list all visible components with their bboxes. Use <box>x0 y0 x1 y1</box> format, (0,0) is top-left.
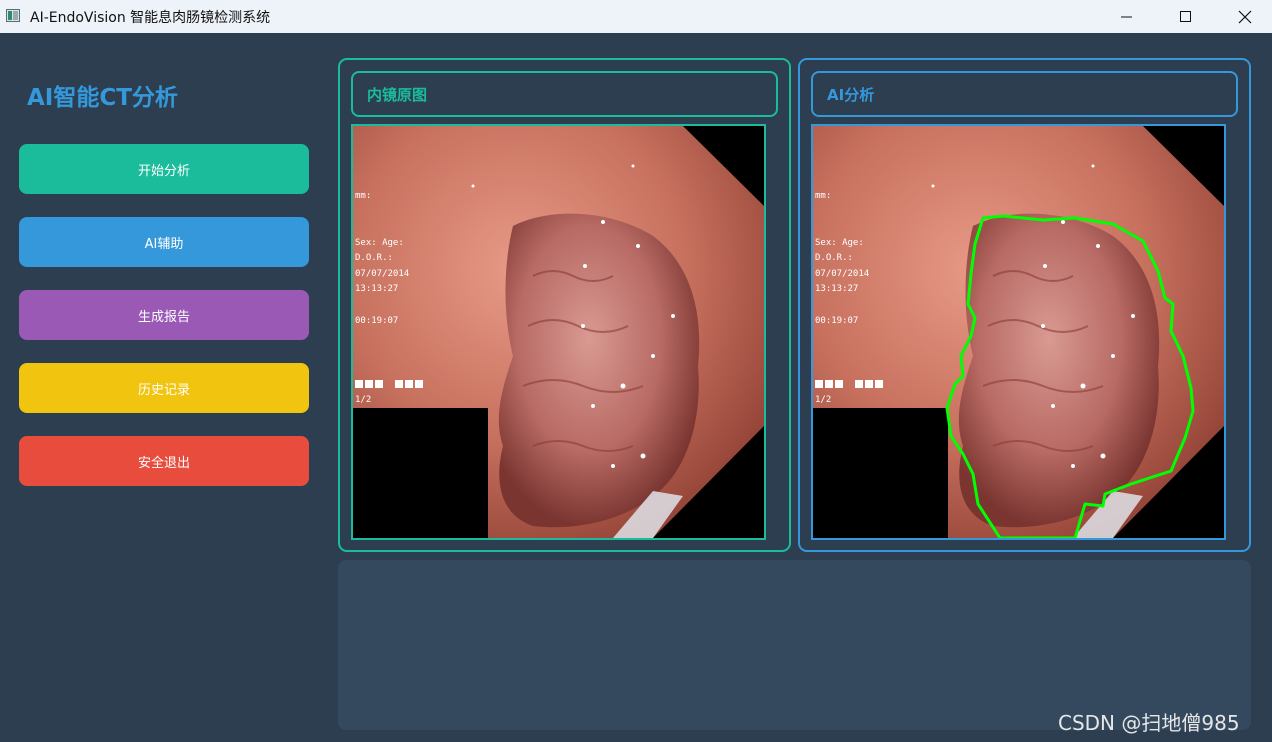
overlay-text-5: 13:13:27 <box>355 284 398 294</box>
maximize-button[interactable] <box>1157 0 1215 33</box>
minimize-icon <box>1121 16 1132 17</box>
overlay-text-1: mm: <box>815 191 831 201</box>
maximize-icon <box>1180 10 1191 22</box>
history-button[interactable]: 历史记录 <box>19 363 309 413</box>
sidebar-title: AI智能CT分析 <box>27 85 178 111</box>
overlay-text-1: mm: <box>355 191 371 201</box>
start-analysis-button[interactable]: 开始分析 <box>19 144 309 194</box>
original-endoscope-image: mm: Sex: Age: D.O.R.: 07/07/2014 13:13:2… <box>351 124 766 540</box>
ai-analysis-image: mm: Sex: Age: D.O.R.: 07/07/2014 13:13:2… <box>811 124 1226 540</box>
generate-report-button[interactable]: 生成报告 <box>19 290 309 340</box>
safe-exit-button[interactable]: 安全退出 <box>19 436 309 486</box>
overlay-text-3: D.O.R.: <box>355 253 393 263</box>
app-icon <box>6 9 20 22</box>
window-title: AI-EndoVision 智能息肉肠镜检测系统 <box>30 10 271 26</box>
overlay-text-7: 1/2 <box>815 395 831 405</box>
overlay-text-4: 07/07/2014 <box>815 269 869 279</box>
overlay-text-2: Sex: Age: <box>355 238 404 248</box>
ai-assist-button[interactable]: AI辅助 <box>19 217 309 267</box>
minimize-button[interactable] <box>1098 0 1156 33</box>
overlay-text-5: 13:13:27 <box>815 284 858 294</box>
title-bar: AI-EndoVision 智能息肉肠镜检测系统 <box>0 0 1272 33</box>
endoscope-image-graphic: mm: Sex: Age: D.O.R.: 07/07/2014 13:13:2… <box>353 126 764 538</box>
overlay-text-2: Sex: Age: <box>815 238 864 248</box>
result-output-area <box>338 560 1251 730</box>
overlay-text-6: 00:19:07 <box>355 316 398 326</box>
close-icon <box>1238 10 1252 23</box>
csdn-watermark: CSDN @扫地僧985 <box>1058 711 1240 735</box>
overlay-text-7: 1/2 <box>355 395 371 405</box>
overlay-text-6: 00:19:07 <box>815 316 858 326</box>
overlay-text-4: 07/07/2014 <box>355 269 409 279</box>
analysis-image-graphic: mm: Sex: Age: D.O.R.: 07/07/2014 13:13:2… <box>813 126 1224 538</box>
ai-analysis-header: AI分析 <box>811 71 1238 117</box>
overlay-text-3: D.O.R.: <box>815 253 853 263</box>
original-image-header: 内镜原图 <box>351 71 778 117</box>
close-button[interactable] <box>1216 0 1272 33</box>
